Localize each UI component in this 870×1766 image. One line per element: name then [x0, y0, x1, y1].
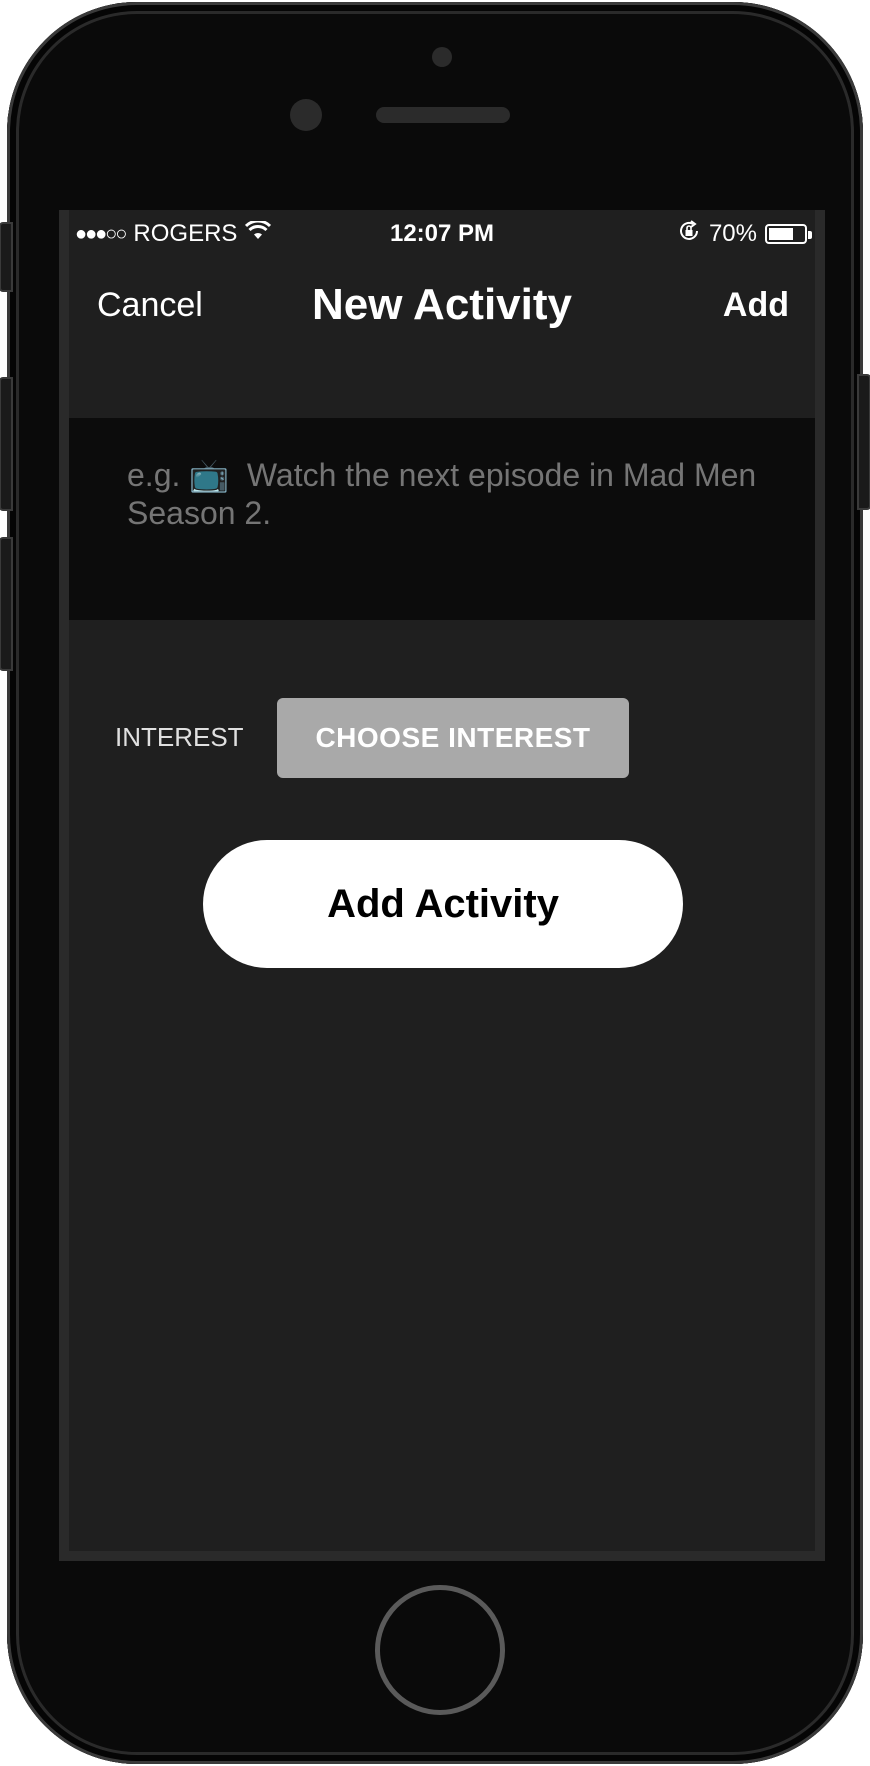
navigation-bar: Cancel New Activity Add: [69, 272, 815, 342]
battery-percent: 70%: [708, 220, 757, 247]
interest-label: INTEREST: [115, 722, 244, 752]
battery-cap: [808, 231, 812, 239]
earpiece-speaker: [376, 107, 510, 123]
battery-level: [769, 228, 793, 240]
home-button[interactable]: [375, 1585, 505, 1715]
add-button[interactable]: Add: [723, 286, 789, 325]
add-activity-button[interactable]: Add Activity: [203, 840, 683, 968]
volume-up-button: [0, 377, 13, 511]
activity-input[interactable]: [69, 418, 815, 620]
orientation-lock-icon: [677, 219, 701, 250]
choose-interest-button[interactable]: CHOOSE INTEREST: [277, 698, 629, 778]
mute-switch: [0, 222, 13, 292]
battery-icon: [765, 224, 812, 244]
proximity-sensor: [432, 47, 452, 67]
status-bar: ●●●○○ ROGERS 12:07 PM 70%: [69, 210, 815, 258]
status-right: 70%: [677, 219, 812, 250]
phone-frame: ●●●○○ ROGERS 12:07 PM 70% Cancel New Act…: [0, 2, 870, 1764]
app-view: ●●●○○ ROGERS 12:07 PM 70% Cancel New Act…: [69, 210, 815, 1551]
front-camera: [290, 99, 322, 131]
screen: ●●●○○ ROGERS 12:07 PM 70% Cancel New Act…: [59, 210, 825, 1561]
power-button: [857, 374, 870, 510]
page-title: New Activity: [311, 280, 572, 329]
volume-down-button: [0, 537, 13, 671]
